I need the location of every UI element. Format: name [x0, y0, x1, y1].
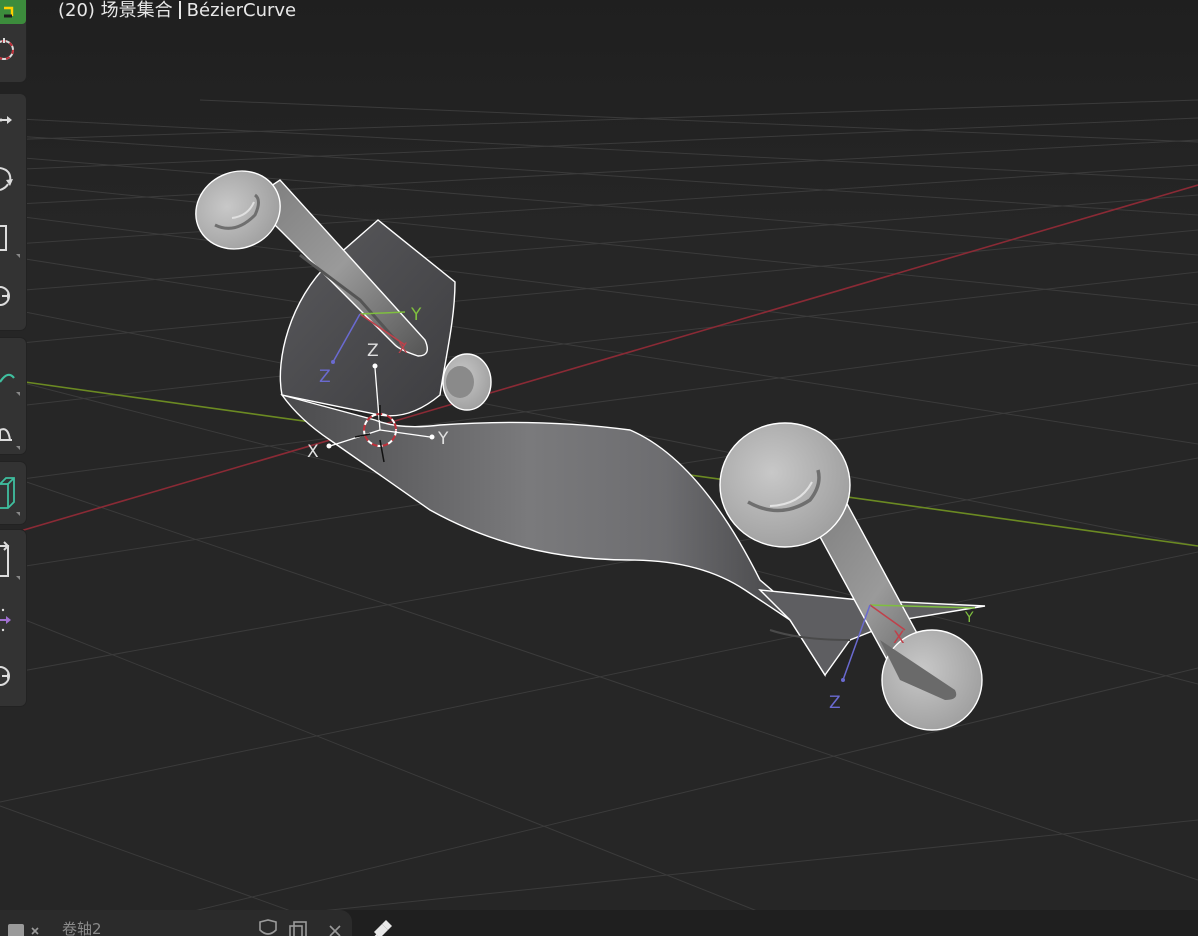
toolbar-group-select [0, 0, 26, 82]
origin-x-label: X [307, 442, 319, 462]
outliner-controls [259, 919, 341, 936]
pin-icon[interactable] [368, 914, 398, 936]
extrude-tool[interactable] [0, 536, 26, 580]
toolbar-group-add [0, 462, 26, 524]
toolbar-group-edit [0, 530, 26, 706]
frame-collection-label: (20) 场景集合 [58, 0, 173, 21]
measure-icon [0, 428, 20, 450]
spin-tool[interactable] [0, 654, 26, 698]
edge-slide-icon [0, 608, 11, 632]
gizmo2-y-label: Y [964, 610, 974, 626]
collection-icon [8, 924, 39, 936]
move-icon [0, 116, 12, 124]
outliner-item-name: 卷轴2 [62, 920, 102, 936]
origin-y-label: Y [437, 429, 449, 449]
toolbar-group-transform [0, 94, 26, 330]
rotate-icon [0, 167, 13, 191]
viewport-canvas[interactable]: Y X Z Z Y X Y X Z [0, 0, 1198, 936]
select-box-tool[interactable] [0, 0, 26, 24]
gizmo1-z-label: Z [319, 367, 331, 387]
extrude-icon [0, 541, 20, 580]
separator [178, 1, 181, 19]
3d-viewport[interactable]: Y X Z Z Y X Y X Z (20) 场景集合 BézierCurve [0, 0, 1198, 936]
gizmo2-x-label: X [893, 628, 905, 648]
close-icon[interactable] [329, 925, 341, 936]
add-cube-tool[interactable] [0, 472, 26, 516]
cursor-tool[interactable] [0, 30, 26, 74]
gizmo1-y-label: Y [410, 305, 422, 325]
annotate-icon [0, 373, 20, 396]
shield-icon[interactable] [259, 919, 277, 935]
outliner-row[interactable]: 卷轴2 [0, 910, 352, 936]
gizmo2-z-label: Z [829, 693, 841, 713]
gizmo1-x-label: X [398, 341, 408, 357]
cursor-icon [0, 38, 14, 60]
rotate-tool[interactable] [0, 158, 26, 202]
scale-icon [0, 225, 20, 258]
active-object-name: BézierCurve [186, 0, 297, 21]
copy-icon[interactable] [293, 921, 307, 936]
scale-tool[interactable] [0, 216, 26, 260]
add-cube-icon [0, 477, 20, 516]
move-tool[interactable] [0, 100, 26, 144]
measure-tool[interactable] [0, 406, 26, 450]
annotate-tool[interactable] [0, 352, 26, 396]
spin-icon [0, 666, 10, 686]
transform-icon [0, 286, 10, 306]
viewport-info: (20) 场景集合 BézierCurve [58, 0, 296, 22]
select-box-icon [4, 6, 14, 18]
bottom-editor-bar: 卷轴2 [0, 910, 1198, 936]
origin-z-label: Z [367, 341, 379, 361]
right-rod-top-cap[interactable] [719, 422, 851, 548]
toolbar-group-annotate [0, 338, 26, 454]
edge-slide-tool[interactable] [0, 596, 26, 640]
transform-tool[interactable] [0, 274, 26, 318]
